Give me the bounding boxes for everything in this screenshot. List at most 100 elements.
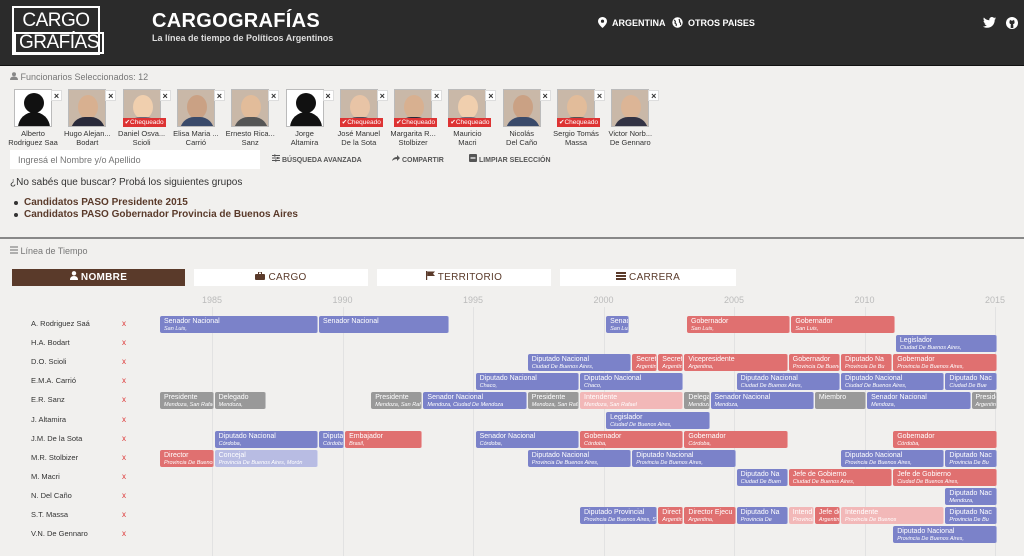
career-bar[interactable]: Vicepresidente Argentina, xyxy=(684,354,788,372)
group-link-gobernador[interactable]: Candidatos PASO Gobernador Provincia de … xyxy=(14,209,298,220)
remove-person-button[interactable]: × xyxy=(594,90,605,101)
career-bar[interactable]: Senador Nacional Mendoza, Ciudad De Mendo… xyxy=(423,392,527,410)
group-link-presidente[interactable]: Candidatos PASO Presidente 2015 xyxy=(14,197,188,208)
advanced-search-button[interactable]: BÚSQUEDA AVANZADA xyxy=(272,154,362,164)
career-bar[interactable]: Diputado Nacional Provincia De Buenos Air… xyxy=(841,449,945,467)
career-bar[interactable]: PresidenteArgentina, xyxy=(971,392,997,410)
career-bar[interactable]: Jefe de Gobierno Ciudad De Buenos Aires, xyxy=(893,468,997,486)
career-bar[interactable]: Secret Argentin xyxy=(658,354,684,372)
person-photo[interactable] xyxy=(611,89,650,127)
remove-person-button[interactable]: × xyxy=(431,90,443,101)
row-person-label[interactable]: J. Altamira xyxy=(31,415,66,424)
career-bar[interactable]: Gobernador Córdoba, xyxy=(580,430,684,448)
person-photo[interactable] xyxy=(14,89,52,127)
career-bar[interactable]: Senador Nacional Mendoza, xyxy=(710,392,814,410)
remove-person-button[interactable]: × xyxy=(105,90,117,101)
career-bar[interactable]: PresidenteMendoza, San Rafael xyxy=(527,392,579,410)
career-bar[interactable]: Diputado Nac Mendoza, xyxy=(945,487,997,505)
row-remove-button[interactable]: x xyxy=(122,376,126,385)
career-bar[interactable]: Legislador Ciudad De Buenos Aires, xyxy=(606,411,710,429)
row-remove-button[interactable]: x xyxy=(122,510,126,519)
row-remove-button[interactable]: x xyxy=(122,491,126,500)
person-photo[interactable] xyxy=(176,89,215,127)
tab-nombre[interactable]: NOMBRE xyxy=(12,269,185,286)
nav-argentina[interactable]: ARGENTINA xyxy=(598,17,666,28)
row-person-label[interactable]: E.R. Sanz xyxy=(31,395,65,404)
row-person-label[interactable]: E.M.A. Carrió xyxy=(31,376,76,385)
career-bar[interactable]: GobernadorProvincia De Buenos Aires, xyxy=(788,354,840,372)
career-bar[interactable]: Intendente Provincia De Buenos xyxy=(841,507,945,524)
career-bar[interactable]: Diputado Nacional Ciudad De Buenos Aires, xyxy=(841,373,945,391)
career-bar[interactable]: Miembro xyxy=(814,392,867,410)
row-person-label[interactable]: H.A. Bodart xyxy=(31,338,70,347)
career-bar[interactable]: Gobernador Córdoba, xyxy=(684,430,788,448)
tab-territorio[interactable]: TERRITORIO xyxy=(377,269,551,286)
row-remove-button[interactable]: x xyxy=(122,338,126,347)
career-bar[interactable]: Senador Nacional Mendoza, xyxy=(867,392,971,410)
career-bar[interactable]: Diputado Provincial Provincia De Buenos A… xyxy=(580,507,658,524)
row-person-label[interactable]: N. Del Caño xyxy=(31,491,72,500)
career-bar[interactable]: Diputado Nacional Chaco, xyxy=(580,373,684,391)
career-bar[interactable]: Diputado Na Provincia De xyxy=(736,507,788,524)
person-photo[interactable] xyxy=(285,89,324,127)
career-bar[interactable]: Diputado Nacional Ciudad De Buenos Aires, xyxy=(527,354,632,372)
row-person-label[interactable]: M.R. Stolbizer xyxy=(31,453,78,462)
career-bar[interactable]: Senador Nacional xyxy=(319,316,449,333)
career-bar[interactable]: Embajador Brasil, xyxy=(345,430,423,448)
nav-otros-paises[interactable]: OTROS PAISES xyxy=(672,17,755,28)
career-bar[interactable]: Gobernador San Luis, xyxy=(687,316,791,333)
career-bar[interactable]: Secret Argentin xyxy=(632,354,658,372)
career-bar[interactable]: Gobernador San Luis, xyxy=(791,316,895,333)
github-button[interactable] xyxy=(1006,17,1018,32)
row-remove-button[interactable]: x xyxy=(122,395,126,404)
career-bar[interactable]: Jefe de Gobierno Ciudad De Buenos Aires, xyxy=(788,468,893,486)
row-person-label[interactable]: M. Macri xyxy=(31,472,60,481)
career-bar[interactable]: Concejal Provincia De Buenos Aires, Morón xyxy=(214,449,318,467)
row-remove-button[interactable]: x xyxy=(122,415,126,424)
row-person-label[interactable]: A. Rodriguez Saá xyxy=(31,319,90,328)
career-bar[interactable]: Director Ejecu Argentina, xyxy=(684,507,736,524)
career-bar[interactable]: Intend Provincia xyxy=(788,507,814,524)
career-bar[interactable]: Diputado Na Ciudad De Buen xyxy=(736,468,788,486)
career-bar[interactable]: Diputado Nac Ciudad De Bue xyxy=(945,373,997,391)
career-bar[interactable]: Diputado Nacional Chaco, xyxy=(475,373,579,391)
row-remove-button[interactable]: x xyxy=(122,357,126,366)
career-bar[interactable]: Diputado Nac Provincia De Bu xyxy=(945,507,997,524)
app-title[interactable]: CARGOGRAFÍAS xyxy=(152,10,320,33)
remove-person-button[interactable]: × xyxy=(159,90,171,101)
career-bar[interactable]: Diputa Córdoba xyxy=(319,430,345,448)
career-bar[interactable]: Diputado Nacional Córdoba, xyxy=(214,430,318,448)
row-person-label[interactable]: S.T. Massa xyxy=(31,510,68,519)
share-button[interactable]: COMPARTIR xyxy=(392,154,444,164)
twitter-button[interactable] xyxy=(983,17,996,31)
tab-carrera[interactable]: CARRERA xyxy=(560,269,736,286)
row-remove-button[interactable]: x xyxy=(122,434,126,443)
remove-person-button[interactable]: × xyxy=(376,90,388,101)
remove-person-button[interactable]: × xyxy=(539,90,551,101)
remove-person-button[interactable]: × xyxy=(268,90,280,101)
row-remove-button[interactable]: x xyxy=(122,319,126,328)
career-bar[interactable]: Diputado Nacional Provincia De Buenos Air… xyxy=(893,526,997,544)
person-photo[interactable] xyxy=(502,89,541,127)
career-bar[interactable]: Legislador Ciudad De Buenos Aires, xyxy=(895,335,997,353)
row-person-label[interactable]: J.M. De la Sota xyxy=(31,434,82,443)
row-remove-button[interactable]: x xyxy=(122,453,126,462)
career-bar[interactable]: Diputado Nac Provincia De Bu xyxy=(945,449,997,467)
logo[interactable]: CARGO GRAFÍAS xyxy=(12,6,104,55)
remove-person-button[interactable]: × xyxy=(648,90,660,101)
row-remove-button[interactable]: x xyxy=(122,472,126,481)
career-bar[interactable]: Intendente Mendoza, San Rafael xyxy=(580,392,684,410)
remove-person-button[interactable]: × xyxy=(485,90,497,101)
career-bar[interactable]: Jefe deArgentina, xyxy=(814,507,840,524)
career-bar[interactable]: SenadSan Luis, xyxy=(606,316,629,333)
career-bar[interactable]: DelegaMendoza, xyxy=(684,392,710,410)
career-bar[interactable]: Gobernador Córdoba, xyxy=(893,430,997,448)
row-person-label[interactable]: D.O. Scioli xyxy=(31,357,66,366)
row-remove-button[interactable]: x xyxy=(122,529,126,538)
career-bar[interactable]: Diputado Nacional Provincia De Buenos Air… xyxy=(632,449,736,467)
clear-selection-button[interactable]: LIMPIAR SELECCIÓN xyxy=(469,154,551,164)
person-photo[interactable] xyxy=(231,89,270,127)
career-bar[interactable]: PresidenteMendoza, San Rafael xyxy=(371,392,423,410)
career-bar[interactable]: Diputado Nacional Provincia De Buenos Air… xyxy=(527,449,632,467)
tab-cargo[interactable]: CARGO xyxy=(194,269,368,286)
